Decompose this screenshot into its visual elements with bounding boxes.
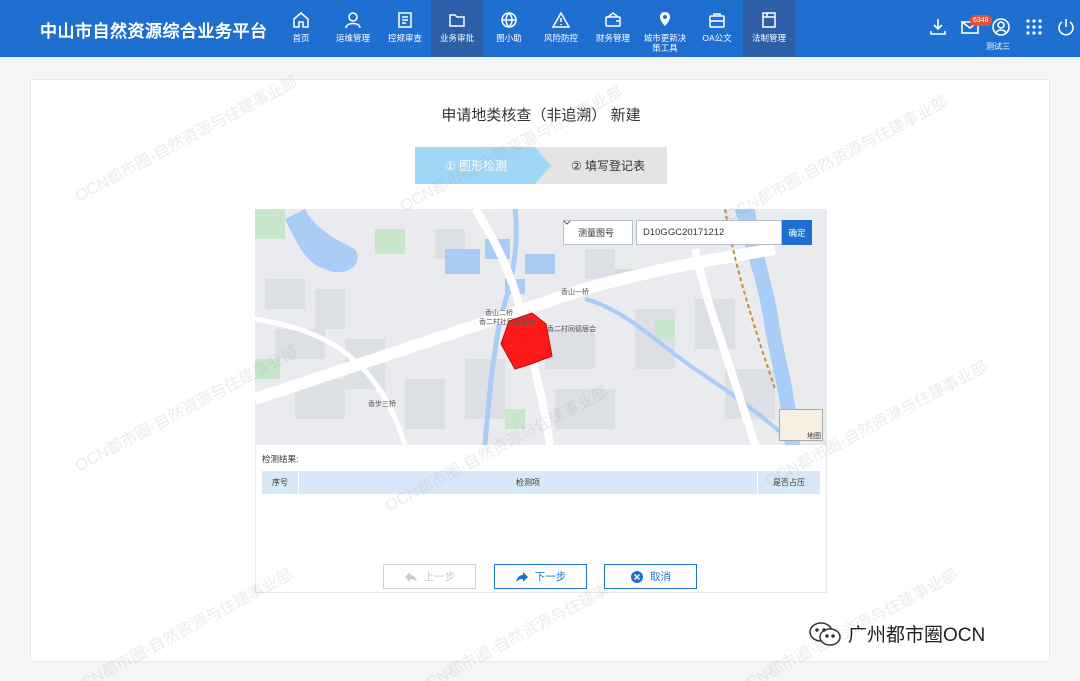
select-value: 测量图号 — [578, 228, 615, 238]
nav-home[interactable]: 首页 — [275, 0, 327, 57]
document-icon — [398, 12, 412, 28]
warning-icon — [551, 11, 571, 28]
nav-approval[interactable]: 业务审批 — [431, 0, 483, 57]
chevron-down-icon — [563, 220, 571, 225]
mail-count-badge: 6348 — [970, 15, 992, 26]
wallet-icon — [605, 12, 621, 27]
nav-label: 风险防控 — [543, 33, 578, 43]
map-view[interactable]: 香山一桥 香山二桥 香二村社区居委会 香二村同德居会 香步三桥 测量图号 确定 … — [255, 209, 827, 445]
nav-map-assistant[interactable]: 图小助 — [483, 0, 535, 57]
nav-oa[interactable]: OA公文 — [691, 0, 743, 57]
nav-label: 法制管理 — [751, 33, 786, 43]
download-icon[interactable] — [927, 16, 949, 38]
map-label: 香山一桥 — [561, 289, 589, 296]
column-header-item: 检测项 — [299, 471, 758, 494]
nav-label: 运维管理 — [335, 33, 370, 43]
wechat-icon — [809, 621, 841, 646]
map-search-type-select[interactable]: 测量图号 — [563, 220, 633, 245]
results-table-header: 序号 检测项 是否占压 — [262, 471, 820, 494]
close-circle-icon — [631, 570, 643, 583]
nav-ops[interactable]: 运维管理 — [327, 0, 379, 57]
prev-step-label: 上一步 — [423, 571, 456, 583]
map-label: 香二村同德居会 — [547, 326, 596, 333]
home-icon — [293, 12, 309, 28]
app-title: 中山市自然资源综合业务平台 — [40, 22, 268, 41]
results-label: 检测结果: — [262, 454, 299, 464]
user-avatar-icon[interactable] — [990, 16, 1012, 38]
nav-legal[interactable]: 法制管理 — [743, 0, 795, 57]
user-icon — [345, 12, 361, 29]
map-search-input[interactable] — [636, 220, 782, 245]
page-title: 申请地类核查（非追溯） 新建 — [441, 107, 641, 124]
column-header-overlap: 是否占压 — [773, 478, 805, 487]
column-header-index: 序号 — [262, 471, 299, 494]
nav-label: 财务管理 — [595, 33, 630, 43]
step-shape-check[interactable]: ① 图形检测 — [415, 147, 551, 184]
next-step-button[interactable]: 下一步 — [494, 564, 587, 589]
top-bar: 中山市自然资源综合业务平台 首页 运维管理 控规审查 业务审批 图小助 风险防控 — [0, 0, 1080, 57]
nav-urban-renewal[interactable]: 城市更新决 策工具 — [639, 0, 691, 57]
apps-grid-icon[interactable] — [1023, 16, 1045, 38]
nav-finance[interactable]: 财务管理 — [587, 0, 639, 57]
location-icon — [660, 12, 670, 26]
user-name[interactable]: 测试三 — [986, 41, 1010, 52]
map-type-label: 地图 — [807, 433, 821, 440]
nav-risk[interactable]: 风险防控 — [535, 0, 587, 57]
nav-label: 业务审批 — [439, 33, 474, 43]
forward-arrow-icon — [515, 571, 528, 582]
wechat-account-name: 广州都市圈OCN — [848, 625, 986, 646]
power-icon[interactable] — [1055, 16, 1077, 38]
map-search-bar: 测量图号 确定 — [563, 220, 812, 245]
nav-label: 城市更新决 策工具 — [643, 33, 687, 53]
back-arrow-icon — [404, 571, 417, 582]
prev-step-button[interactable]: 上一步 — [383, 564, 476, 589]
map-label: 香步三桥 — [368, 401, 396, 408]
main-nav: 首页 运维管理 控规审查 业务审批 图小助 风险防控 财务管理 城市更新决 策工… — [275, 0, 795, 57]
nav-label: OA公文 — [702, 33, 732, 43]
cancel-button[interactable]: 取消 — [604, 564, 697, 589]
cancel-label: 取消 — [650, 571, 671, 583]
next-step-label: 下一步 — [534, 571, 567, 583]
wechat-watermark: 广州都市圈OCN — [808, 620, 985, 647]
map-label: 香二村社区居委会 — [479, 319, 535, 326]
folder-icon — [449, 14, 465, 27]
nav-plan-review[interactable]: 控规审查 — [379, 0, 431, 57]
book-icon — [762, 12, 776, 28]
nav-label: 首页 — [292, 33, 310, 43]
step-indicator: ② 填写登记表 ① 图形检测 — [415, 147, 667, 184]
nav-label: 控规审查 — [387, 33, 422, 43]
briefcase-icon — [709, 13, 725, 28]
map-confirm-button[interactable]: 确定 — [782, 220, 812, 245]
step-fill-form[interactable]: ② 填写登记表 — [535, 147, 667, 184]
globe-icon — [501, 12, 517, 29]
nav-label: 图小助 — [496, 33, 522, 43]
